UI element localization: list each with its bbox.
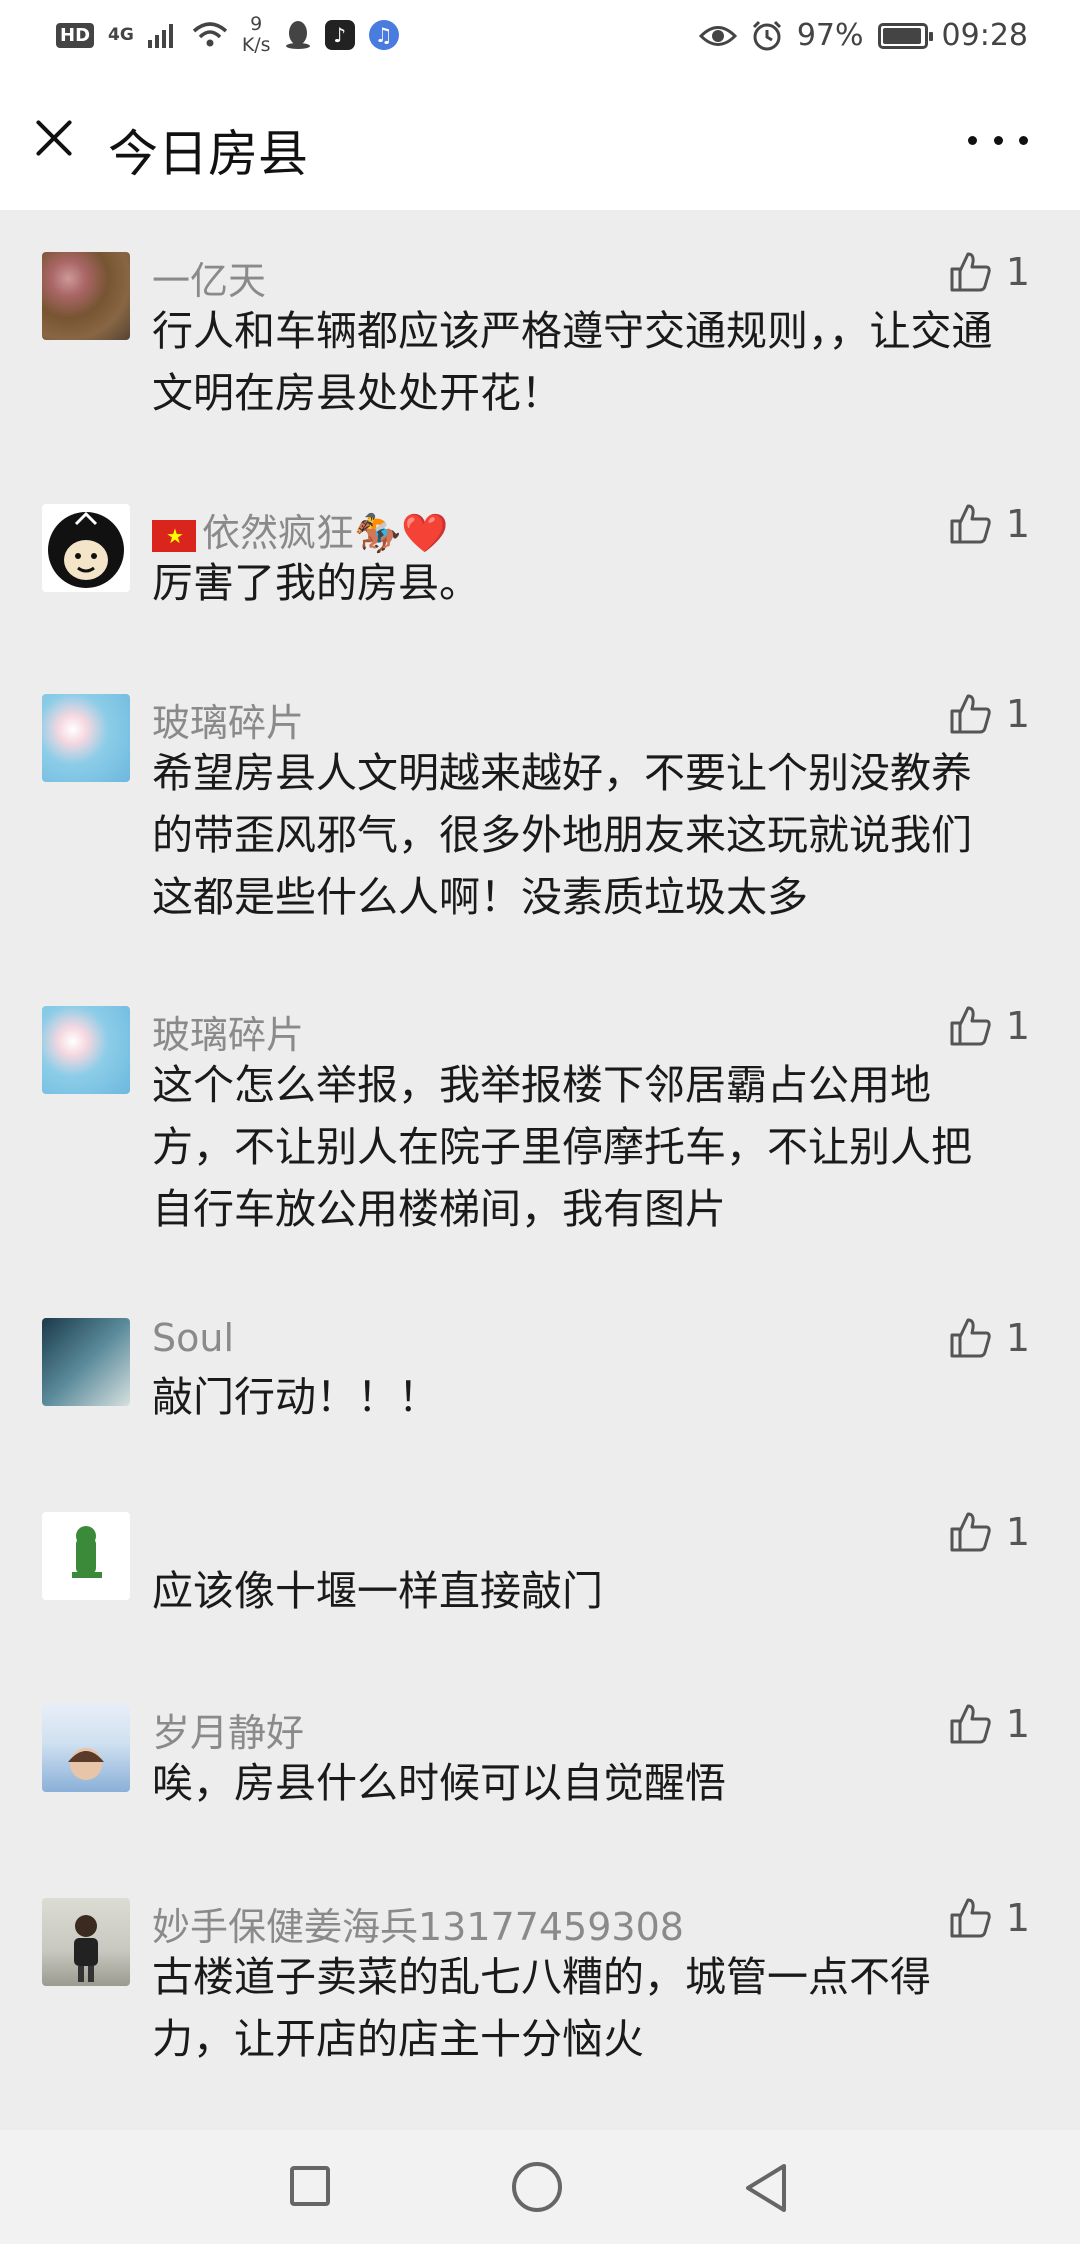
avatar[interactable] <box>42 1006 130 1094</box>
status-left: HD 4G 9 K/s ♪ ♫ <box>56 14 399 56</box>
like-button[interactable]: 1 <box>948 692 1030 736</box>
battery-icon <box>877 22 933 49</box>
thumbs-up-icon <box>950 252 991 292</box>
comment-text: 行人和车辆都应该严格遵守交通规则，，让交通文明在房县处处开花！ <box>152 307 993 417</box>
like-button[interactable]: 1 <box>948 502 1030 546</box>
wifi-icon <box>192 22 227 47</box>
flag-icon: ★ <box>152 519 196 552</box>
signal-icon <box>147 24 173 48</box>
comment-author[interactable]: 岁月静好 <box>152 1702 304 1757</box>
comment-text: 希望房县人文明越来越好，不要让个别没教养的带歪风邪气，很多外地朋友来这玩就说我们… <box>152 749 972 921</box>
comment-author[interactable]: 妙手保健姜海兵13177459308 <box>152 1896 684 1951</box>
page-title: 今日房县 <box>108 125 308 183</box>
eye-icon <box>698 25 737 46</box>
music-icon: ♫ <box>368 20 399 50</box>
comment-text: 应该像十堰一样直接敲门 <box>152 1567 603 1615</box>
back-button[interactable] <box>742 2162 790 2214</box>
comment-author[interactable]: 玻璃碎片 <box>152 1004 304 1059</box>
comment-text: 厉害了我的房县。 <box>152 559 480 607</box>
like-count: 1 <box>1005 502 1030 546</box>
like-count: 1 <box>1005 250 1030 294</box>
like-count: 1 <box>1005 1896 1030 1940</box>
thumbs-up-icon <box>950 504 991 544</box>
recent-apps-button[interactable] <box>290 2166 330 2206</box>
comment-author[interactable]: 一亿天 <box>152 250 266 305</box>
title-bar: 今日房县 <box>0 80 1080 210</box>
avatar[interactable] <box>42 1318 130 1406</box>
hd-badge: HD <box>56 22 95 48</box>
avatar[interactable] <box>42 252 130 340</box>
avatar[interactable] <box>42 1512 130 1600</box>
home-button[interactable] <box>512 2162 562 2212</box>
status-right: 97% 09:28 <box>698 18 1028 53</box>
speed-value: 9 <box>250 13 263 35</box>
thumbs-up-icon <box>950 694 991 734</box>
like-button[interactable]: 1 <box>948 1510 1030 1554</box>
system-nav-bar <box>0 2130 1080 2244</box>
comment-text: 这个怎么举报，我举报楼下邻居霸占公用地方，不让别人在院子里停摩托车，不让别人把自… <box>152 1061 972 1233</box>
thumbs-up-icon <box>950 1318 991 1358</box>
like-button[interactable]: 1 <box>948 1896 1030 1940</box>
comment-author[interactable]: 玻璃碎片 <box>152 692 304 747</box>
status-bar: HD 4G 9 K/s ♪ ♫ 97% 09:28 <box>0 0 1080 80</box>
comment-author[interactable]: ★ 依然疯狂🏇❤️ <box>152 502 449 557</box>
qq-icon <box>285 21 310 49</box>
thumbs-up-icon <box>950 1512 991 1552</box>
like-button[interactable]: 1 <box>948 1702 1030 1746</box>
comment-text: 敲门行动！！！ <box>152 1373 439 1421</box>
more-icon[interactable] <box>968 120 1028 160</box>
comment-text: 唉，房县什么时候可以自觉醒悟 <box>152 1759 726 1807</box>
comment-text: 古楼道子卖菜的乱七八糟的，城管一点不得力，让开店的店主十分恼火 <box>152 1953 931 2063</box>
thumbs-up-icon <box>950 1898 991 1938</box>
like-button[interactable]: 1 <box>948 1316 1030 1360</box>
comment-author[interactable]: Soul <box>152 1316 234 1360</box>
like-button[interactable]: 1 <box>948 1004 1030 1048</box>
like-count: 1 <box>1005 1316 1030 1360</box>
like-count: 1 <box>1005 1004 1030 1048</box>
network-speed: 9 K/s <box>242 14 271 56</box>
thumbs-up-icon <box>950 1006 991 1046</box>
thumbs-up-icon <box>950 1704 991 1744</box>
close-icon[interactable] <box>28 112 80 164</box>
avatar[interactable] <box>42 694 130 782</box>
network-label: 4G <box>108 25 134 45</box>
alarm-icon <box>752 20 781 50</box>
avatar[interactable] <box>42 504 130 592</box>
avatar[interactable] <box>42 1704 130 1792</box>
like-button[interactable]: 1 <box>948 250 1030 294</box>
speed-unit: K/s <box>241 34 271 56</box>
battery-percent: 97% <box>796 18 864 53</box>
avatar[interactable] <box>42 1898 130 1986</box>
like-count: 1 <box>1005 1510 1030 1554</box>
like-count: 1 <box>1005 1702 1030 1746</box>
tiktok-icon: ♪ <box>324 20 355 50</box>
like-count: 1 <box>1005 692 1030 736</box>
clock-time: 09:28 <box>941 18 1028 53</box>
